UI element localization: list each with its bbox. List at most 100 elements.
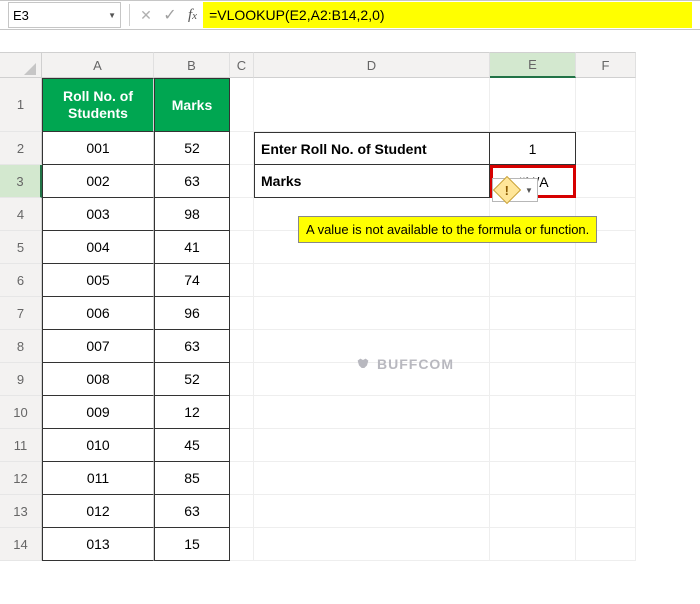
row-header[interactable]: 10	[0, 396, 42, 429]
col-header-F[interactable]: F	[576, 52, 636, 78]
row-header[interactable]: 14	[0, 528, 42, 561]
row-header[interactable]: 3	[0, 165, 42, 198]
row-header[interactable]: 7	[0, 297, 42, 330]
table-cell-marks[interactable]: 63	[154, 165, 230, 198]
empty-cell[interactable]	[490, 495, 576, 528]
table-cell-marks[interactable]: 41	[154, 231, 230, 264]
table-cell-roll[interactable]: 009	[42, 396, 154, 429]
row-header[interactable]: 1	[0, 78, 42, 132]
check-icon[interactable]: ✓	[158, 2, 182, 28]
empty-cell[interactable]	[576, 363, 636, 396]
empty-cell[interactable]	[576, 132, 636, 165]
table-cell-marks[interactable]: 74	[154, 264, 230, 297]
empty-cell[interactable]	[254, 528, 490, 561]
row-header[interactable]: 9	[0, 363, 42, 396]
table-cell-roll[interactable]: 010	[42, 429, 154, 462]
col-header-E[interactable]: E	[490, 52, 576, 78]
table-cell-marks[interactable]: 63	[154, 330, 230, 363]
empty-cell[interactable]	[230, 132, 254, 165]
empty-cell[interactable]	[576, 264, 636, 297]
empty-cell[interactable]	[490, 462, 576, 495]
table-cell-roll[interactable]: 003	[42, 198, 154, 231]
empty-cell[interactable]	[576, 165, 636, 198]
empty-cell[interactable]	[490, 297, 576, 330]
empty-cell[interactable]	[230, 495, 254, 528]
empty-cell[interactable]	[254, 78, 490, 132]
table-cell-marks[interactable]: 96	[154, 297, 230, 330]
empty-cell[interactable]	[230, 429, 254, 462]
empty-cell[interactable]	[490, 330, 576, 363]
empty-cell[interactable]	[490, 528, 576, 561]
col-header-D[interactable]: D	[254, 52, 490, 78]
empty-cell[interactable]	[230, 165, 254, 198]
empty-cell[interactable]	[254, 495, 490, 528]
empty-cell[interactable]	[254, 297, 490, 330]
row-header[interactable]: 2	[0, 132, 42, 165]
row-header[interactable]: 11	[0, 429, 42, 462]
table-cell-marks[interactable]: 52	[154, 132, 230, 165]
row-header[interactable]: 12	[0, 462, 42, 495]
empty-cell[interactable]	[254, 462, 490, 495]
empty-cell[interactable]	[576, 396, 636, 429]
table-cell-roll[interactable]: 001	[42, 132, 154, 165]
empty-cell[interactable]	[490, 396, 576, 429]
table-cell-roll[interactable]: 007	[42, 330, 154, 363]
col-header-B[interactable]: B	[154, 52, 230, 78]
empty-cell[interactable]	[230, 198, 254, 231]
table-cell-marks[interactable]: 12	[154, 396, 230, 429]
empty-cell[interactable]	[490, 78, 576, 132]
fx-icon[interactable]: fx	[182, 7, 203, 24]
empty-cell[interactable]	[254, 429, 490, 462]
table-cell-roll[interactable]: 002	[42, 165, 154, 198]
formula-input[interactable]: =VLOOKUP(E2,A2:B14,2,0)	[203, 2, 692, 28]
empty-cell[interactable]	[576, 495, 636, 528]
empty-cell[interactable]	[254, 264, 490, 297]
table-cell-marks[interactable]: 52	[154, 363, 230, 396]
empty-cell[interactable]	[230, 396, 254, 429]
table-cell-marks[interactable]: 98	[154, 198, 230, 231]
empty-cell[interactable]	[230, 78, 254, 132]
table-cell-marks[interactable]: 85	[154, 462, 230, 495]
col-header-A[interactable]: A	[42, 52, 154, 78]
table-cell-roll[interactable]: 011	[42, 462, 154, 495]
empty-cell[interactable]	[230, 231, 254, 264]
table-cell-marks[interactable]: 63	[154, 495, 230, 528]
table-cell-marks[interactable]: 15	[154, 528, 230, 561]
table-cell-roll[interactable]: 005	[42, 264, 154, 297]
empty-cell[interactable]	[230, 363, 254, 396]
cancel-icon[interactable]: ✕	[134, 2, 158, 28]
empty-cell[interactable]	[576, 297, 636, 330]
table-cell-roll[interactable]: 004	[42, 231, 154, 264]
row-header[interactable]: 4	[0, 198, 42, 231]
empty-cell[interactable]	[576, 330, 636, 363]
row-header[interactable]: 5	[0, 231, 42, 264]
lookup-prompt-label[interactable]: Enter Roll No. of Student	[254, 132, 490, 165]
empty-cell[interactable]	[490, 363, 576, 396]
empty-cell[interactable]	[490, 429, 576, 462]
empty-cell[interactable]	[230, 330, 254, 363]
empty-cell[interactable]	[490, 264, 576, 297]
col-header-C[interactable]: C	[230, 52, 254, 78]
table-cell-roll[interactable]: 013	[42, 528, 154, 561]
row-header[interactable]: 8	[0, 330, 42, 363]
lookup-marks-label[interactable]: Marks	[254, 165, 490, 198]
name-box[interactable]: E3 ▼	[8, 2, 121, 28]
row-header[interactable]: 13	[0, 495, 42, 528]
empty-cell[interactable]	[254, 396, 490, 429]
empty-cell[interactable]	[230, 462, 254, 495]
empty-cell[interactable]	[230, 297, 254, 330]
empty-cell[interactable]	[576, 462, 636, 495]
select-all-corner[interactable]	[0, 52, 42, 78]
empty-cell[interactable]	[230, 528, 254, 561]
lookup-input-cell[interactable]: 1	[490, 132, 576, 165]
empty-cell[interactable]	[576, 78, 636, 132]
empty-cell[interactable]	[230, 264, 254, 297]
table-cell-roll[interactable]: 006	[42, 297, 154, 330]
empty-cell[interactable]	[576, 528, 636, 561]
empty-cell[interactable]	[576, 429, 636, 462]
table-cell-roll[interactable]: 008	[42, 363, 154, 396]
table-cell-marks[interactable]: 45	[154, 429, 230, 462]
row-header[interactable]: 6	[0, 264, 42, 297]
table-cell-roll[interactable]: 012	[42, 495, 154, 528]
error-indicator[interactable]: ! ▼	[492, 177, 534, 203]
